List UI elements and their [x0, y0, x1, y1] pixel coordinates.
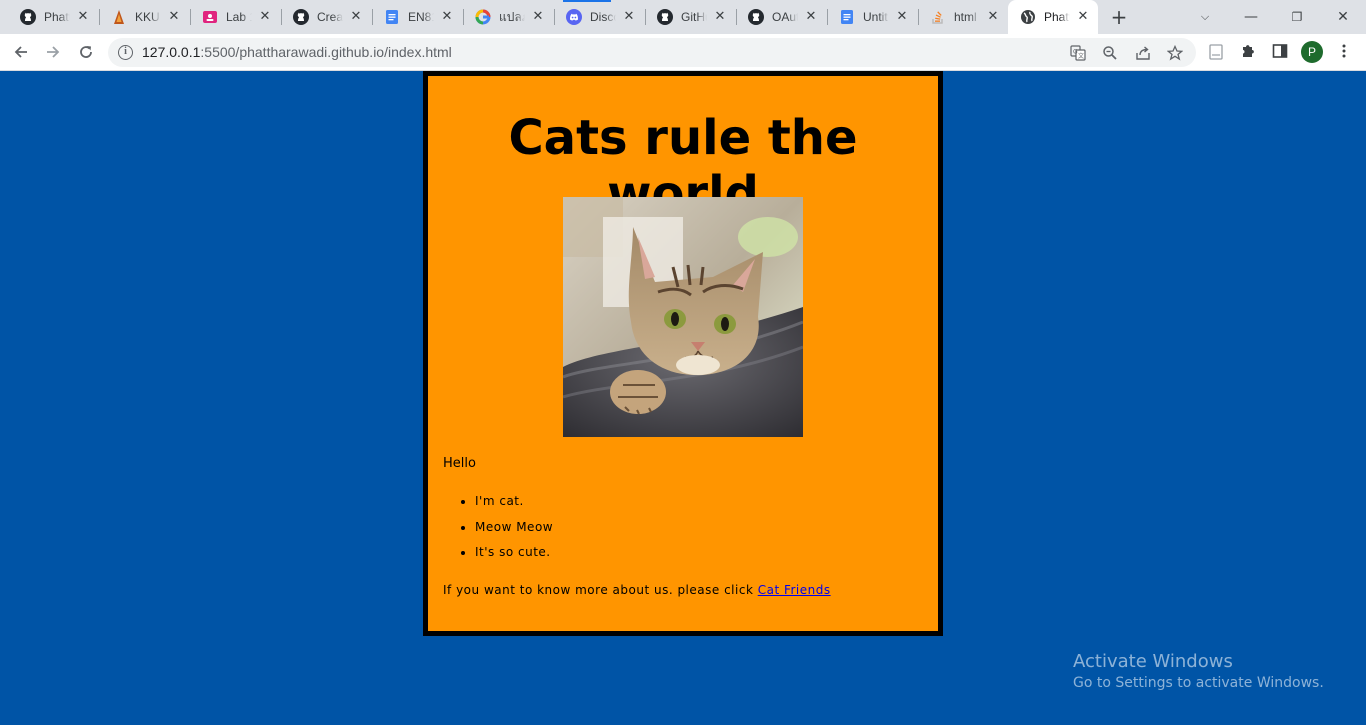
tab-1[interactable]: KKU ✕: [99, 0, 189, 34]
site-info-icon[interactable]: i: [118, 45, 133, 60]
tab-6[interactable]: Disco ✕: [554, 0, 644, 34]
globe-icon: [1020, 9, 1036, 25]
tab-3[interactable]: Creat ✕: [281, 0, 371, 34]
share-icon[interactable]: [1134, 45, 1152, 61]
close-icon[interactable]: ✕: [258, 10, 272, 24]
tab-title: html: [954, 10, 977, 24]
profile-avatar[interactable]: P: [1301, 41, 1323, 63]
tab-title: Disco: [590, 10, 616, 24]
more-info-text: If you want to know more about us. pleas…: [443, 583, 831, 597]
github-icon: [20, 9, 36, 25]
docs-icon: [384, 9, 400, 25]
restore-button[interactable]: ❐: [1286, 6, 1308, 28]
close-icon[interactable]: ✕: [1076, 10, 1090, 24]
tab-11-active[interactable]: Phatt ✕: [1008, 0, 1098, 34]
tab-2[interactable]: Lab 1 ✕: [190, 0, 280, 34]
tab-9[interactable]: Untit ✕: [827, 0, 917, 34]
stackoverflow-icon: [930, 9, 946, 25]
github-icon: [293, 9, 309, 25]
tab-0[interactable]: Phatt ✕: [8, 0, 98, 34]
list-item: Meow Meow: [475, 520, 553, 546]
classroom-icon: [202, 9, 218, 25]
tab-title: แปลภ: [499, 9, 525, 24]
close-icon[interactable]: ✕: [531, 10, 545, 24]
address-bar[interactable]: i 127.0.0.1:5500/phattharawadi.github.io…: [108, 38, 1196, 67]
url-text[interactable]: 127.0.0.1:5500/phattharawadi.github.io/i…: [142, 44, 452, 60]
svg-text:文: 文: [1078, 52, 1084, 60]
bookmark-star-icon[interactable]: [1166, 44, 1184, 61]
watermark-subtitle: Go to Settings to activate Windows.: [1073, 675, 1324, 691]
list-item: It's so cute.: [475, 545, 553, 571]
back-button[interactable]: [9, 41, 33, 63]
cat-friends-link[interactable]: Cat Friends: [758, 583, 831, 597]
tab-title: KKU: [135, 10, 160, 24]
github-icon: [657, 9, 673, 25]
close-icon[interactable]: ✕: [713, 10, 727, 24]
close-icon[interactable]: ✕: [622, 10, 636, 24]
tab-title: Phatt: [1044, 10, 1070, 24]
extensions-puzzle-icon[interactable]: [1238, 43, 1258, 61]
tab-4[interactable]: EN81 ✕: [372, 0, 462, 34]
tab-title: OAut: [772, 10, 798, 24]
new-tab-button[interactable]: +: [1110, 7, 1128, 27]
close-icon[interactable]: ✕: [76, 10, 90, 24]
reading-mode-icon[interactable]: [1206, 43, 1226, 61]
url-host: 127.0.0.1: [142, 44, 201, 60]
tab-10[interactable]: html ✕: [918, 0, 1008, 34]
url-path: :5500/phattharawadi.github.io/index.html: [200, 44, 452, 60]
google-icon: [475, 9, 491, 25]
translate-icon[interactable]: G文: [1069, 45, 1087, 61]
cat-facts-list: I'm cat. Meow Meow It's so cute.: [475, 494, 553, 571]
minimize-button[interactable]: —: [1240, 6, 1262, 28]
close-window-button[interactable]: ✕: [1332, 6, 1354, 28]
tab-title: Lab 1: [226, 10, 252, 24]
more-menu-icon[interactable]: [1334, 43, 1354, 61]
page-card: Cats rule the world Hello • I'm cat. • M…: [423, 71, 943, 636]
cat-image: [563, 197, 803, 437]
tab-7[interactable]: GitHu ✕: [645, 0, 735, 34]
list-item: I'm cat.: [475, 494, 553, 520]
kku-icon: [111, 9, 127, 25]
more-info-label: If you want to know more about us. pleas…: [443, 583, 758, 597]
tab-title: GitHu: [681, 10, 707, 24]
tab-title: Phatt: [44, 10, 70, 24]
browser-toolbar: i 127.0.0.1:5500/phattharawadi.github.io…: [0, 34, 1366, 71]
tab-title: Creat: [317, 10, 343, 24]
tab-title: EN81: [408, 10, 434, 24]
tab-8[interactable]: OAut ✕: [736, 0, 826, 34]
close-icon[interactable]: ✕: [440, 10, 454, 24]
docs-icon: [839, 9, 855, 25]
greeting-text: Hello: [443, 456, 476, 471]
reload-button[interactable]: [74, 41, 98, 63]
github-icon: [748, 9, 764, 25]
zoom-icon[interactable]: [1101, 45, 1119, 61]
tab-title: Untit: [863, 10, 888, 24]
activate-windows-watermark: Activate Windows Go to Settings to activ…: [1073, 651, 1324, 691]
close-icon[interactable]: ✕: [895, 10, 909, 24]
close-icon[interactable]: ✕: [167, 10, 181, 24]
discord-icon: [566, 9, 582, 25]
tab-strip: Phatt ✕ KKU ✕ Lab 1 ✕ Creat ✕ EN81 ✕: [0, 0, 1366, 34]
tab-5[interactable]: แปลภ ✕: [463, 0, 553, 34]
close-icon[interactable]: ✕: [349, 10, 363, 24]
side-panel-icon[interactable]: [1270, 43, 1290, 61]
watermark-title: Activate Windows: [1073, 651, 1233, 672]
close-icon[interactable]: ✕: [986, 10, 1000, 24]
forward-button[interactable]: [41, 41, 65, 63]
close-icon[interactable]: ✕: [804, 10, 818, 24]
tab-search-chevron-icon[interactable]: ⌵: [1194, 6, 1216, 28]
